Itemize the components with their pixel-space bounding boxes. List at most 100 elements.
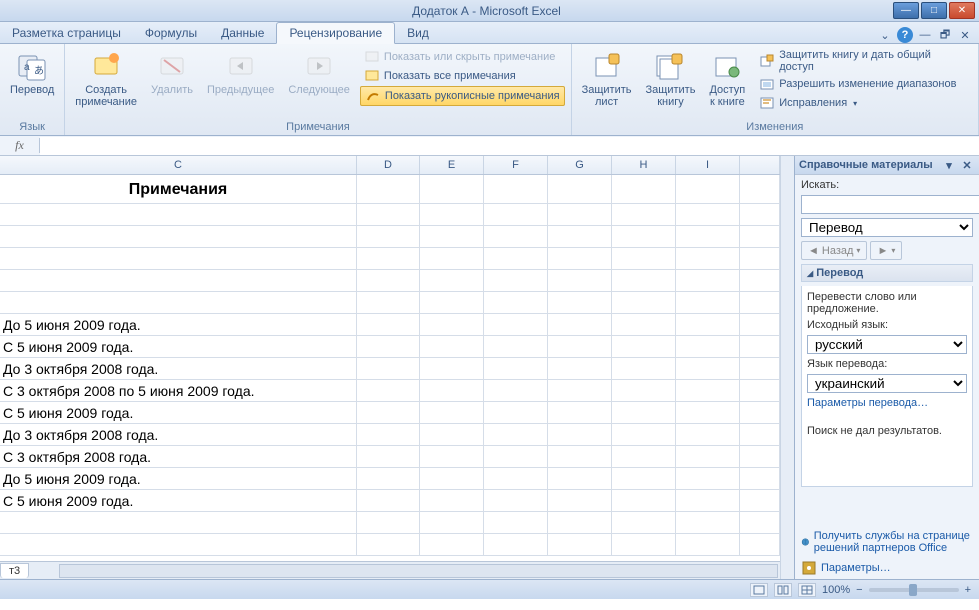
- cell[interactable]: [676, 468, 740, 489]
- translation-section-header[interactable]: ◢ Перевод: [801, 264, 973, 282]
- cell[interactable]: С 5 июня 2009 года.: [0, 490, 357, 511]
- cell[interactable]: [548, 424, 612, 445]
- cell[interactable]: С 5 июня 2009 года.: [0, 336, 357, 357]
- cell[interactable]: [740, 468, 780, 489]
- col-header-blank[interactable]: [740, 156, 780, 174]
- grid[interactable]: ПримечанияДо 5 июня 2009 года.С 5 июня 2…: [0, 175, 780, 561]
- cell[interactable]: [548, 512, 612, 533]
- cell[interactable]: [484, 402, 548, 423]
- cell[interactable]: [676, 490, 740, 511]
- window-close-button[interactable]: ✕: [949, 2, 975, 19]
- ribbon-minimize-icon[interactable]: ⌄: [877, 27, 893, 43]
- cell[interactable]: [612, 512, 676, 533]
- cell[interactable]: [612, 358, 676, 379]
- taskpane-dropdown-icon[interactable]: ▾: [941, 157, 957, 173]
- cell[interactable]: [484, 336, 548, 357]
- tab-data[interactable]: Данные: [209, 23, 276, 43]
- cell[interactable]: [548, 314, 612, 335]
- cell[interactable]: [357, 248, 420, 269]
- cell[interactable]: [420, 336, 484, 357]
- cell[interactable]: [548, 292, 612, 313]
- cell[interactable]: [0, 512, 357, 533]
- cell[interactable]: [420, 248, 484, 269]
- search-input[interactable]: [801, 195, 979, 214]
- cell[interactable]: [548, 226, 612, 247]
- cell[interactable]: С 5 июня 2009 года.: [0, 402, 357, 423]
- show-ink-comments-button[interactable]: Показать рукописные примечания: [360, 86, 565, 106]
- col-header-i[interactable]: I: [676, 156, 740, 174]
- cell[interactable]: [357, 292, 420, 313]
- cell[interactable]: [740, 512, 780, 533]
- col-header-d[interactable]: D: [357, 156, 420, 174]
- page-layout-view-button[interactable]: [774, 583, 792, 597]
- protect-book-button[interactable]: Защитить книгу: [642, 48, 700, 110]
- cell[interactable]: [357, 314, 420, 335]
- cell[interactable]: [548, 336, 612, 357]
- window-restore-button[interactable]: □: [921, 2, 947, 19]
- cell[interactable]: [676, 226, 740, 247]
- cell[interactable]: [357, 204, 420, 225]
- cell[interactable]: [484, 490, 548, 511]
- cell[interactable]: [548, 490, 612, 511]
- cell[interactable]: [612, 336, 676, 357]
- cell[interactable]: [612, 534, 676, 555]
- cell[interactable]: [357, 358, 420, 379]
- cell[interactable]: [740, 175, 780, 203]
- zoom-level[interactable]: 100%: [822, 584, 850, 596]
- cell[interactable]: [0, 204, 357, 225]
- cell[interactable]: [420, 358, 484, 379]
- cell[interactable]: До 3 октября 2008 года.: [0, 358, 357, 379]
- translation-options-link[interactable]: Параметры перевода…: [807, 397, 967, 409]
- cell[interactable]: [484, 314, 548, 335]
- cell[interactable]: [612, 490, 676, 511]
- tab-view[interactable]: Вид: [395, 23, 441, 43]
- formula-input[interactable]: [40, 137, 979, 155]
- cell[interactable]: [740, 314, 780, 335]
- nav-back-button[interactable]: ◄ Назад ▾: [801, 241, 867, 260]
- cell[interactable]: [484, 292, 548, 313]
- cell[interactable]: [0, 292, 357, 313]
- header-cell[interactable]: Примечания: [0, 175, 357, 204]
- cell[interactable]: [548, 380, 612, 401]
- cell[interactable]: [357, 446, 420, 467]
- cell[interactable]: [612, 248, 676, 269]
- cell[interactable]: [676, 402, 740, 423]
- cell[interactable]: [612, 270, 676, 291]
- doc-close-button[interactable]: ✕: [957, 27, 973, 43]
- normal-view-button[interactable]: [750, 583, 768, 597]
- cell[interactable]: [548, 204, 612, 225]
- cell[interactable]: [676, 380, 740, 401]
- cell[interactable]: [420, 424, 484, 445]
- protect-sheet-button[interactable]: Защитить лист: [578, 48, 636, 110]
- cell[interactable]: [740, 534, 780, 555]
- cell[interactable]: [676, 248, 740, 269]
- get-services-link[interactable]: Получить службы на странице решений парт…: [795, 527, 979, 557]
- cell[interactable]: [357, 380, 420, 401]
- cell[interactable]: [548, 468, 612, 489]
- cell[interactable]: [676, 446, 740, 467]
- zoom-out-button[interactable]: −: [856, 584, 862, 596]
- col-header-f[interactable]: F: [484, 156, 548, 174]
- cell[interactable]: [0, 248, 357, 269]
- cell[interactable]: [484, 424, 548, 445]
- zoom-slider[interactable]: [869, 588, 959, 592]
- cell[interactable]: [484, 446, 548, 467]
- page-break-view-button[interactable]: [798, 583, 816, 597]
- cell[interactable]: [740, 204, 780, 225]
- cell[interactable]: [740, 270, 780, 291]
- cell[interactable]: [420, 468, 484, 489]
- cell[interactable]: [357, 424, 420, 445]
- cell[interactable]: [548, 446, 612, 467]
- cell[interactable]: [484, 512, 548, 533]
- cell[interactable]: [676, 336, 740, 357]
- protect-and-share-button[interactable]: Защитить книгу и дать общий доступ: [755, 48, 972, 74]
- doc-minimize-button[interactable]: —: [917, 27, 933, 43]
- cell[interactable]: До 3 октября 2008 года.: [0, 424, 357, 445]
- cell[interactable]: [420, 204, 484, 225]
- track-changes-button[interactable]: Исправления ▾: [755, 94, 972, 112]
- cell[interactable]: [612, 175, 676, 203]
- cell[interactable]: [484, 226, 548, 247]
- cell[interactable]: [612, 226, 676, 247]
- cell[interactable]: [612, 446, 676, 467]
- cell[interactable]: [420, 292, 484, 313]
